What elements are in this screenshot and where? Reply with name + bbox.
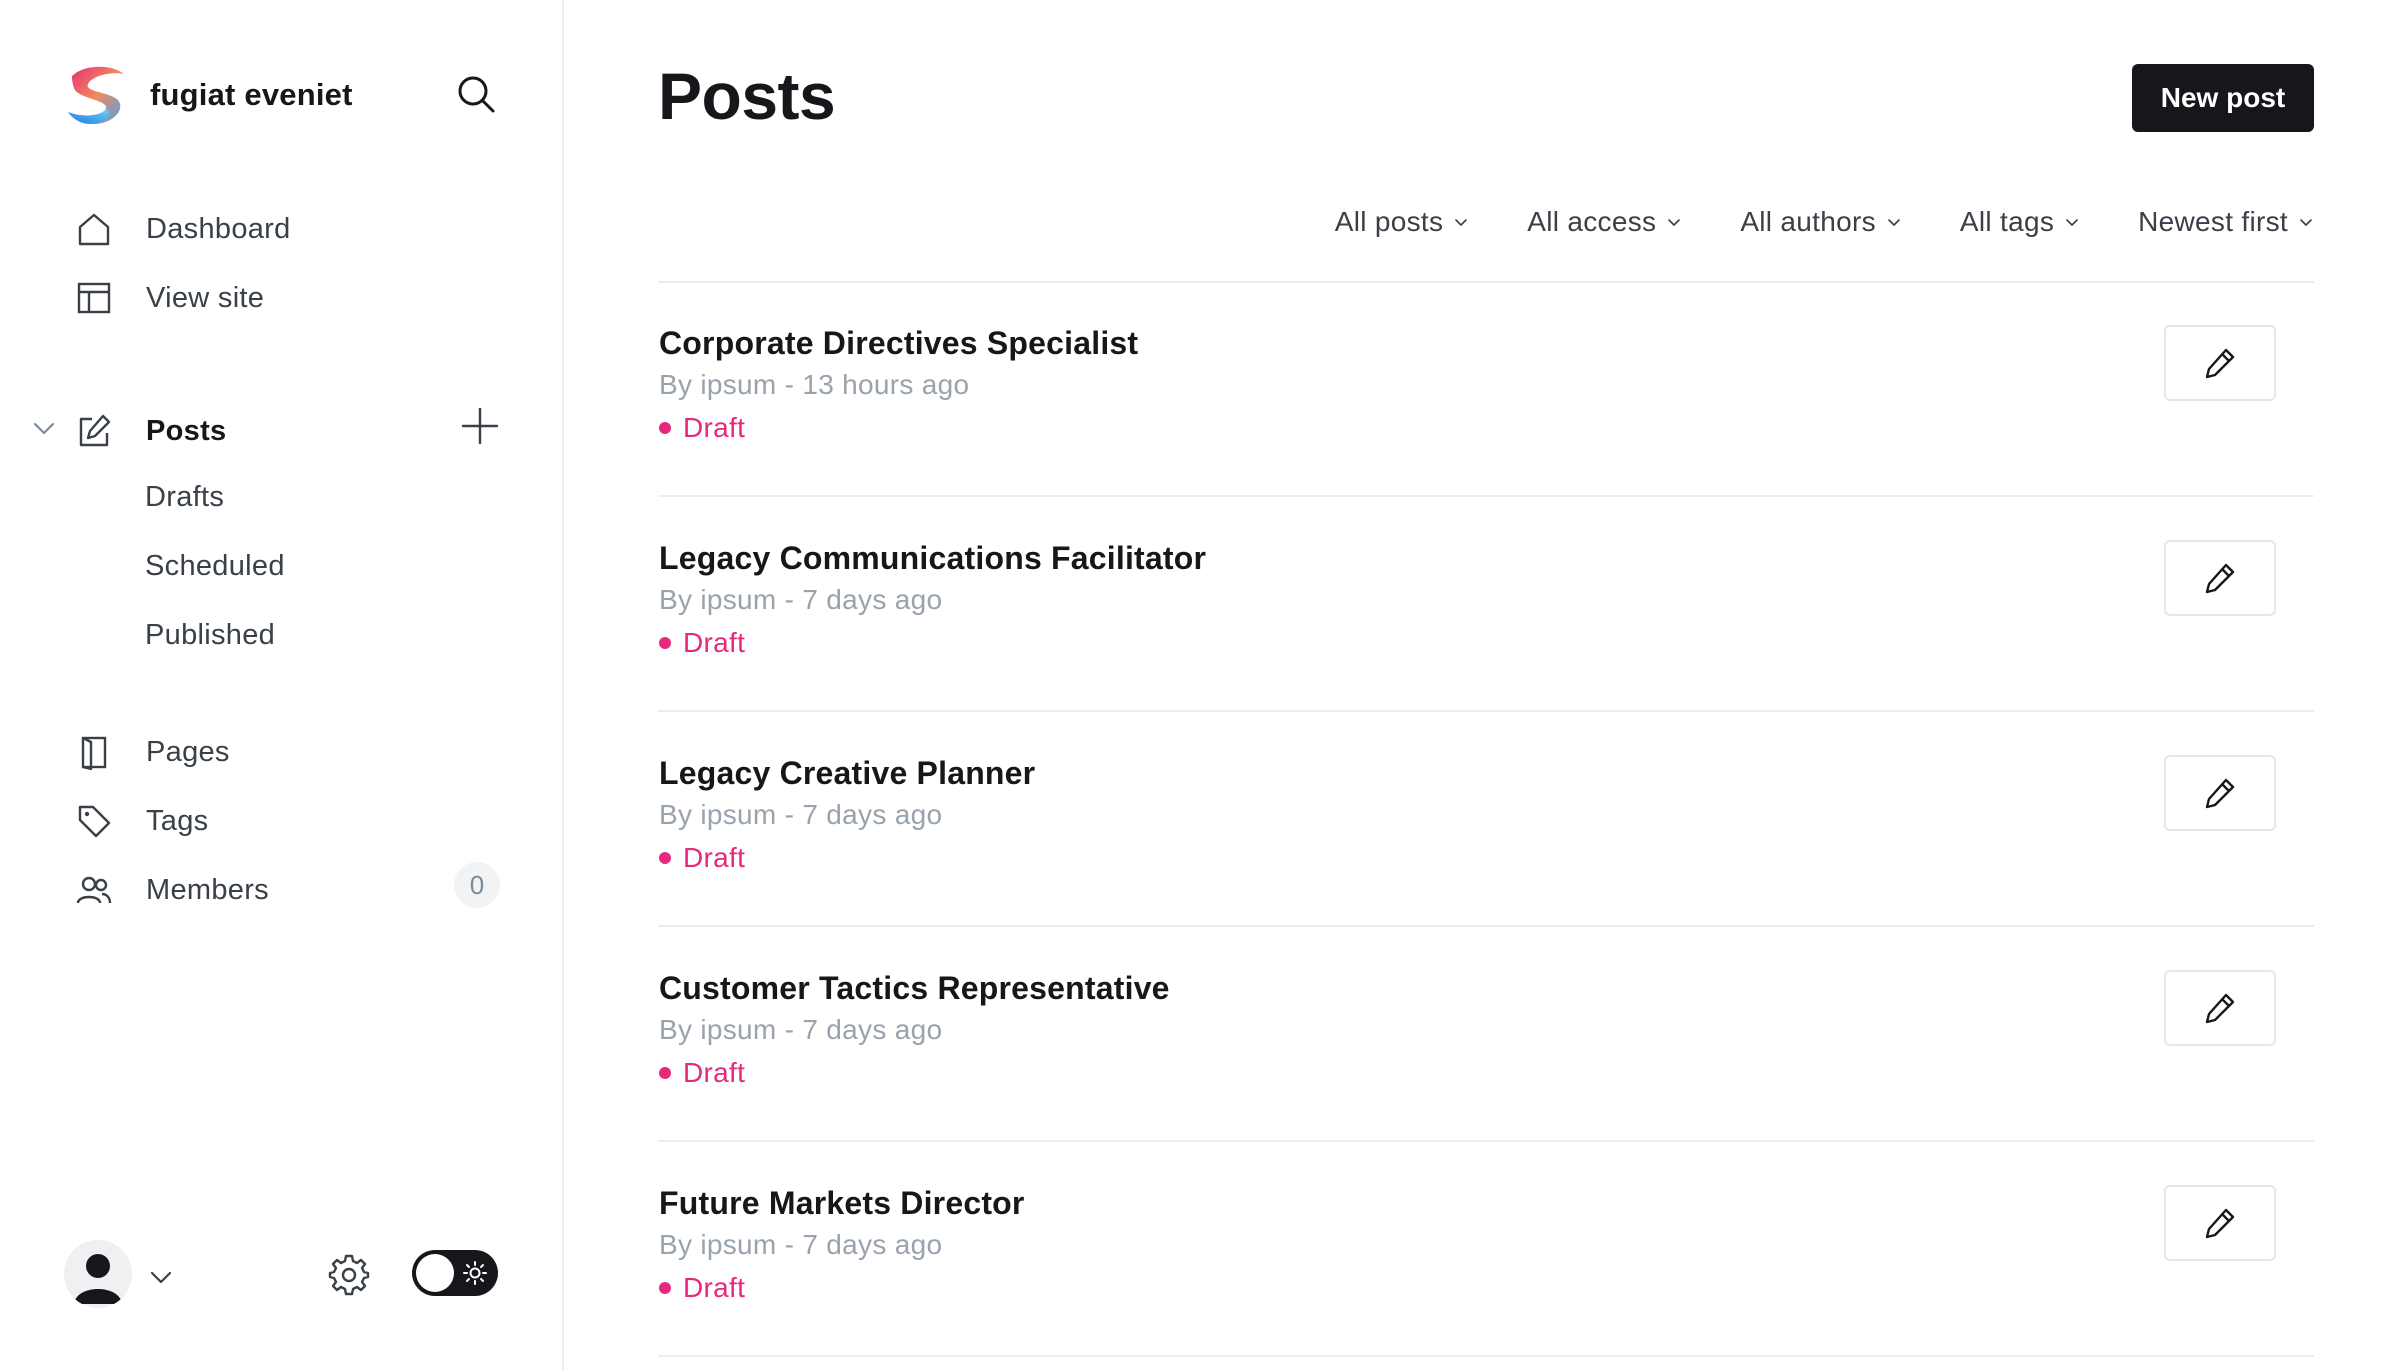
plus-icon	[461, 407, 499, 445]
pencil-icon	[2205, 563, 2235, 594]
add-post-button[interactable]	[460, 406, 500, 446]
sidebar-item-label: Members	[146, 873, 269, 906]
chevron-down-icon	[150, 1271, 172, 1284]
search-button[interactable]	[454, 72, 498, 116]
pencil-icon	[2205, 1208, 2235, 1239]
sidebar-item-members[interactable]: Members	[74, 866, 269, 914]
status-dot	[659, 422, 671, 434]
edit-post-button[interactable]	[2164, 325, 2276, 401]
chevron-down-icon	[2066, 219, 2078, 226]
pencil-icon	[2205, 993, 2235, 1024]
page-icon	[74, 732, 114, 772]
sidebar-item-label: Dashboard	[146, 212, 291, 245]
status-label: Draft	[683, 1272, 746, 1303]
edit-post-button[interactable]	[2164, 540, 2276, 616]
filter-post-type[interactable]: All posts	[1335, 206, 1470, 238]
filter-sort-order[interactable]: Newest first	[2138, 206, 2314, 238]
status-label: Draft	[683, 842, 746, 873]
filter-authors[interactable]: All authors	[1740, 206, 1902, 238]
post-title: Corporate Directives Specialist	[659, 325, 1139, 361]
post-list-item[interactable]: Customer Tactics Representative By ipsum…	[658, 928, 2314, 1142]
post-title: Legacy Communications Facilitator	[659, 540, 1207, 576]
users-icon	[74, 870, 114, 910]
sidebar-item-view-site[interactable]: View site	[74, 274, 264, 322]
sidebar-item-pages[interactable]: Pages	[74, 728, 230, 776]
status-badge: Draft	[659, 1057, 745, 1089]
pencil-icon	[2205, 348, 2235, 379]
sidebar: fugiat eveniet Dashboard View site Posts…	[0, 0, 564, 1370]
site-name: fugiat eveniet	[150, 77, 353, 112]
status-dot	[659, 1067, 671, 1079]
page-title: Posts	[658, 59, 836, 133]
chevron-down-icon	[1455, 219, 1468, 226]
edit-post-button[interactable]	[2164, 1185, 2276, 1261]
search-icon	[458, 76, 495, 113]
filter-label: Newest first	[2138, 206, 2288, 237]
chevron-down-icon	[2300, 219, 2312, 226]
tag-icon	[74, 801, 114, 841]
status-badge: Draft	[659, 412, 745, 444]
sidebar-item-posts[interactable]: Posts	[74, 407, 226, 455]
sidebar-item-dashboard[interactable]: Dashboard	[74, 205, 291, 253]
chevron-down-icon	[33, 422, 55, 435]
user-avatar-icon	[74, 1254, 122, 1304]
post-title: Customer Tactics Representative	[659, 970, 1170, 1006]
status-badge: Draft	[659, 1272, 745, 1304]
theme-toggle[interactable]	[412, 1250, 498, 1296]
filter-label: All posts	[1334, 206, 1444, 237]
toggle-knob	[416, 1254, 454, 1292]
post-meta: By ipsum - 7 days ago	[659, 1229, 943, 1260]
post-list-item[interactable]: Corporate Directives Specialist By ipsum…	[658, 283, 2314, 497]
filter-bar: All posts All access All authors All tag…	[1277, 206, 2314, 238]
post-meta: By ipsum - 13 hours ago	[659, 369, 970, 400]
post-title: Future Markets Director	[659, 1185, 1025, 1221]
layout-icon	[74, 278, 114, 318]
edit-post-button[interactable]	[2164, 970, 2276, 1046]
user-menu-toggle[interactable]	[148, 1264, 174, 1290]
filter-label: All tags	[1959, 206, 2055, 237]
edit-icon	[74, 411, 114, 451]
gear-icon	[328, 1254, 370, 1296]
home-icon	[74, 209, 114, 249]
sidebar-item-tags[interactable]: Tags	[74, 797, 208, 845]
post-meta: By ipsum - 7 days ago	[659, 1014, 943, 1045]
new-post-button[interactable]: New post	[2132, 64, 2314, 132]
edit-post-button[interactable]	[2164, 755, 2276, 831]
sidebar-subitem-published[interactable]: Published	[145, 619, 275, 652]
sidebar-subitem-drafts[interactable]: Drafts	[145, 481, 224, 514]
sidebar-item-label: Posts	[146, 414, 227, 447]
status-label: Draft	[683, 412, 746, 443]
post-meta: By ipsum - 7 days ago	[659, 799, 943, 830]
avatar[interactable]	[64, 1240, 132, 1308]
chevron-down-icon	[1888, 219, 1900, 226]
status-label: Draft	[683, 1057, 746, 1088]
post-list-item[interactable]: Legacy Creative Planner By ipsum - 7 day…	[658, 713, 2314, 927]
sidebar-subitem-scheduled[interactable]: Scheduled	[145, 550, 285, 583]
sidebar-item-label: View site	[146, 281, 265, 314]
sidebar-item-label: Pages	[146, 735, 230, 768]
status-dot	[659, 852, 671, 864]
posts-collapse-toggle[interactable]	[30, 414, 58, 442]
post-title: Legacy Creative Planner	[659, 755, 1036, 791]
post-meta: By ipsum - 7 days ago	[659, 584, 943, 615]
filter-access[interactable]: All access	[1527, 206, 1682, 238]
status-badge: Draft	[659, 627, 745, 659]
chevron-down-icon	[1668, 219, 1681, 226]
brand[interactable]: fugiat eveniet	[64, 62, 353, 128]
sidebar-item-label: Tags	[146, 804, 209, 837]
status-dot	[659, 1282, 671, 1294]
filter-label: All access	[1527, 206, 1657, 237]
post-list-item[interactable]: Future Markets Director By ipsum - 7 day…	[658, 1143, 2314, 1357]
ghost-logo-icon	[68, 66, 124, 124]
status-dot	[659, 637, 671, 649]
status-badge: Draft	[659, 842, 745, 874]
members-count-badge: 0	[454, 862, 500, 908]
status-label: Draft	[683, 627, 746, 658]
sun-icon	[463, 1261, 487, 1285]
pencil-icon	[2205, 778, 2235, 809]
post-list-item[interactable]: Legacy Communications Facilitator By ips…	[658, 498, 2314, 712]
filter-label: All authors	[1740, 206, 1876, 237]
filter-tags[interactable]: All tags	[1960, 206, 2080, 238]
settings-button[interactable]	[326, 1252, 372, 1298]
